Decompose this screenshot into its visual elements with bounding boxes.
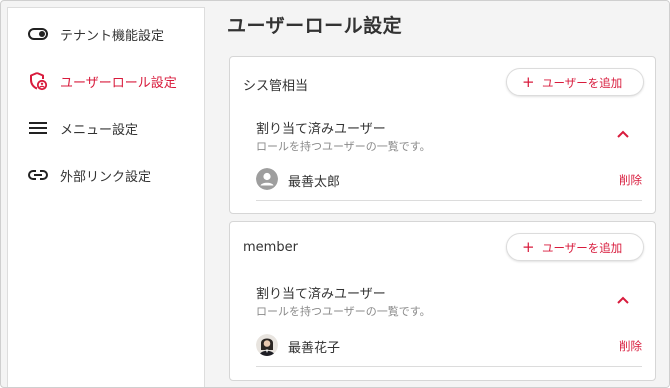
plus-icon: + [522,238,535,256]
shield-user-icon [26,69,50,93]
assigned-users-title: 割り当て済みユーザー [256,122,386,137]
photo-avatar [256,334,278,356]
app-window: テナント機能設定 ユーザーロール設定 メニュー設定 外部リンク設定 ユーザーロー… [0,0,670,388]
sidebar-item-menu[interactable]: メニュー設定 [8,108,204,148]
link-icon [26,163,50,187]
user-name: 最善花子 [288,341,341,356]
sidebar: テナント機能設定 ユーザーロール設定 メニュー設定 外部リンク設定 [7,7,205,387]
page-title: ユーザーロール設定 [227,15,403,37]
divider [256,366,642,367]
add-user-button[interactable]: + ユーザーを追加 [506,68,644,96]
delete-button[interactable]: 削除 [619,172,642,188]
sidebar-item-label: ユーザーロール設定 [60,76,177,91]
sidebar-item-label: メニュー設定 [60,123,139,138]
user-name: 最善太郎 [288,175,341,190]
sidebar-item-user-roles[interactable]: ユーザーロール設定 [8,61,204,101]
role-card: シス管相当 + ユーザーを追加 割り当て済みユーザー ロールを持つユーザーの一覧… [229,56,656,214]
sidebar-item-label: テナント機能設定 [60,29,165,44]
chevron-up-icon[interactable] [615,126,631,142]
default-avatar-icon [256,168,278,190]
delete-button[interactable]: 削除 [619,338,642,354]
list-item: 最善花子 削除 [256,331,642,361]
chevron-up-icon[interactable] [615,292,631,308]
role-name: member [243,240,298,255]
divider [256,200,642,201]
assigned-users-subtitle: ロールを持つユーザーの一覧です。 [256,140,431,153]
role-card: member + ユーザーを追加 割り当て済みユーザー ロールを持つユーザーの一… [229,221,656,381]
list-item: 最善太郎 削除 [256,165,642,195]
plus-icon: + [522,73,535,91]
main-content: ユーザーロール設定 シス管相当 + ユーザーを追加 割り当て済みユーザー ロール… [207,1,669,387]
add-user-button[interactable]: + ユーザーを追加 [506,233,644,261]
assigned-users-title: 割り当て済みユーザー [256,287,386,302]
assigned-users-subtitle: ロールを持つユーザーの一覧です。 [256,305,431,318]
sidebar-item-tenant-features[interactable]: テナント機能設定 [8,14,204,54]
sidebar-item-label: 外部リンク設定 [60,170,152,185]
sidebar-item-external-links[interactable]: 外部リンク設定 [8,155,204,195]
menu-icon [26,116,50,140]
role-name: シス管相当 [243,79,309,94]
toggle-icon [26,22,50,46]
